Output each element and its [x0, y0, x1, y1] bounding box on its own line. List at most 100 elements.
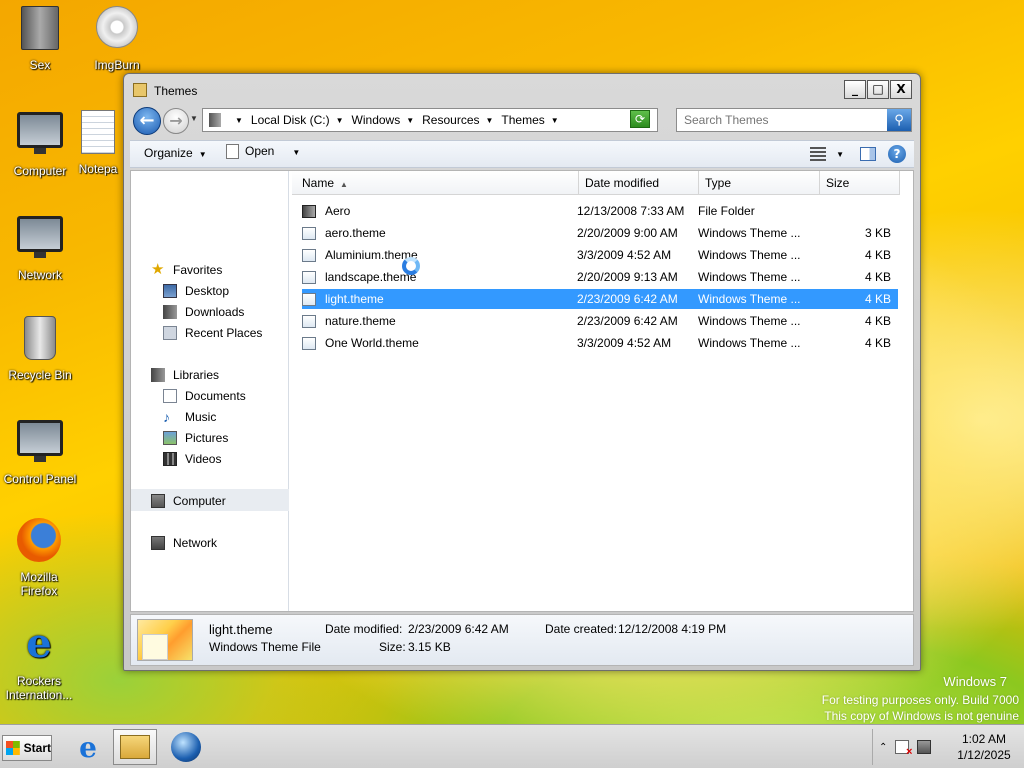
file-row[interactable]: Aluminium.theme 3/3/2009 4:52 AM Windows … [302, 245, 898, 265]
nav-documents[interactable]: Documents [163, 389, 246, 403]
nav-videos[interactable]: Videos [163, 452, 221, 466]
title-bar[interactable]: Themes _ □ X [124, 74, 920, 104]
disc-icon [93, 6, 141, 54]
back-button[interactable]: ← [133, 107, 161, 135]
chevron-down-icon: ▼ [335, 115, 344, 125]
window-title: Themes [154, 84, 198, 98]
explorer-icon [120, 735, 150, 759]
details-modified-label: Date modified: [325, 622, 403, 636]
theme-thumbnail [137, 619, 193, 661]
file-row[interactable]: aero.theme 2/20/2009 9:00 AM Windows Them… [302, 223, 898, 243]
watermark-edition: Windows 7 [943, 674, 1007, 689]
breadcrumb-themes[interactable]: Themes ▼ [501, 113, 558, 127]
address-bar[interactable]: ▼ Local Disk (C:) ▼ Windows ▼ Resources ▼ T… [202, 108, 658, 132]
ie-icon: e [79, 730, 97, 764]
desktop-icon-firefox[interactable]: Mozilla Firefox [0, 516, 78, 598]
chevron-down-icon: ▼ [406, 115, 415, 125]
breadcrumb-resources[interactable]: Resources ▼ [422, 113, 493, 127]
desktop-icon-label: Notepa [78, 162, 118, 176]
theme-file-icon [302, 248, 316, 262]
taskbar: Start e ⌃ 1:02 AM 1/12/2025 [0, 724, 1024, 768]
organize-button[interactable]: Organize ▼ [144, 146, 207, 160]
column-type[interactable]: Type [699, 171, 820, 194]
sort-ascending-icon: ▲ [340, 180, 348, 189]
nav-downloads[interactable]: Downloads [163, 305, 244, 319]
desktop-icon-rockers[interactable]: e Rockers Internation... [0, 620, 78, 703]
music-icon: ♪ [163, 409, 170, 425]
breadcrumb-local-disk[interactable]: Local Disk (C:) ▼ [251, 113, 344, 127]
nav-computer[interactable]: Computer [151, 494, 226, 508]
action-center-icon[interactable] [895, 740, 912, 758]
open-button[interactable]: Open ▼ [226, 144, 300, 160]
ie-icon: e [26, 620, 52, 667]
chevron-down-icon: ▼ [550, 115, 559, 125]
refresh-button[interactable]: ⟳ [630, 110, 650, 128]
theme-file-icon [302, 226, 316, 240]
notification-area: ⌃ 1:02 AM 1/12/2025 [872, 729, 1024, 765]
busy-cursor-icon [402, 257, 420, 275]
show-hidden-icons-icon[interactable]: ⌃ [879, 742, 887, 753]
folder-icon [16, 6, 64, 54]
search-input[interactable] [682, 110, 882, 130]
desktop-icon-label: Network [17, 268, 62, 282]
clock[interactable]: 1:02 AM 1/12/2025 [948, 731, 1020, 763]
file-row[interactable]: landscape.theme 2/20/2009 9:13 AM Windows… [302, 267, 898, 287]
file-row[interactable]: Aero 12/13/2008 7:33 AM File Folder [302, 201, 898, 221]
desktop-icon-recycle-bin[interactable]: Recycle Bin [0, 314, 80, 382]
breadcrumb-windows[interactable]: Windows ▼ [352, 113, 415, 127]
column-header-row: Name ▲ Date modified Type Size [292, 171, 900, 195]
taskbar-ie-button[interactable]: e [66, 729, 110, 765]
nav-network[interactable]: Network [151, 536, 217, 550]
views-icon[interactable] [810, 147, 827, 161]
desktop-icon-imgburn[interactable]: ImgBurn [77, 4, 157, 72]
views-dropdown-icon[interactable]: ▼ [836, 150, 844, 159]
nav-desktop[interactable]: Desktop [163, 284, 229, 298]
nav-favorites[interactable]: ★ Favorites [151, 261, 222, 278]
breadcrumb-arrow-icon[interactable]: ▼ [229, 116, 243, 125]
column-name[interactable]: Name ▲ [292, 171, 579, 194]
file-row[interactable]: nature.theme 2/23/2009 6:42 AM Windows Th… [302, 311, 898, 331]
desktop-icon-label: Rockers Internation... [5, 674, 73, 702]
details-size-label: Size: [379, 640, 406, 654]
search-box[interactable]: ⚲ [676, 108, 912, 132]
file-list: Name ▲ Date modified Type Size Aero 12/13… [290, 171, 913, 611]
network-icon [151, 536, 165, 550]
desktop-icon-control-panel[interactable]: Control Panel [0, 416, 80, 486]
column-date-modified[interactable]: Date modified [579, 171, 699, 194]
file-row[interactable]: One World.theme 3/3/2009 4:52 AM Windows … [302, 333, 898, 353]
desktop-icon-network[interactable]: Network [0, 212, 80, 282]
desktop-icon-notepad[interactable]: Notepa [72, 108, 124, 176]
nav-music[interactable]: ♪ Music [163, 410, 216, 424]
nav-recent-places[interactable]: Recent Places [163, 326, 262, 340]
start-button[interactable]: Start [2, 735, 52, 761]
taskbar-explorer-button[interactable] [113, 729, 157, 765]
watermark-build: For testing purposes only. Build 7000 [821, 693, 1019, 707]
column-size[interactable]: Size [820, 171, 900, 194]
maximize-button[interactable]: □ [867, 80, 889, 99]
details-created-label: Date created: [545, 622, 618, 636]
details-filename: light.theme [209, 622, 273, 637]
star-icon: ★ [151, 261, 165, 278]
network-status-icon[interactable] [917, 740, 932, 754]
desktop-icon-sex[interactable]: Sex [0, 4, 80, 72]
theme-file-icon [302, 314, 316, 328]
desktop-icon-computer[interactable]: Computer [0, 108, 80, 178]
minimize-button[interactable]: _ [844, 80, 866, 99]
desktop-icon-label: ImgBurn [94, 58, 140, 72]
search-icon[interactable]: ⚲ [887, 109, 911, 131]
help-icon[interactable]: ? [888, 145, 906, 163]
taskbar-media-button[interactable] [164, 729, 208, 765]
theme-file-icon [302, 270, 316, 284]
preview-pane-icon[interactable] [860, 147, 876, 161]
nav-libraries[interactable]: Libraries [151, 368, 219, 382]
content-area: ★ Favorites Desktop Downloads Recent Plac… [130, 170, 914, 612]
libraries-icon [151, 368, 165, 382]
recent-pages-icon[interactable]: ▼ [190, 114, 198, 123]
nav-pictures[interactable]: Pictures [163, 431, 228, 445]
theme-file-icon [302, 292, 316, 306]
details-modified-value: 2/23/2009 6:42 AM [408, 622, 509, 636]
file-row-selected[interactable]: light.theme 2/23/2009 6:42 AM Windows The… [302, 289, 898, 309]
close-button[interactable]: X [890, 80, 912, 99]
videos-icon [163, 452, 177, 466]
forward-button[interactable]: → [163, 108, 189, 134]
